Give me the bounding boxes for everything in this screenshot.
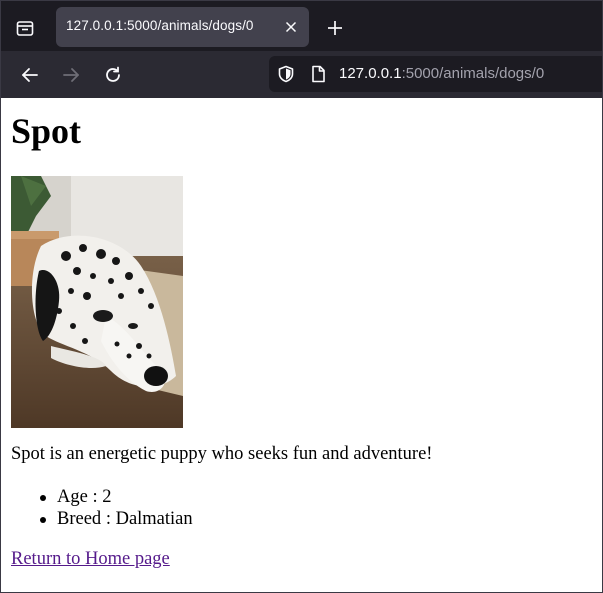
list-item-breed: Breed : Dalmatian [1,508,193,530]
tab-strip: 127.0.0.1:5000/animals/dogs/0 [1,1,602,51]
reload-icon[interactable] [98,60,128,90]
fact-value: Dalmatian [115,509,193,529]
fact-value: 2 [102,487,112,507]
url-host: 127.0.0.1 [339,65,402,82]
tab-active[interactable]: 127.0.0.1:5000/animals/dogs/0 [56,7,309,47]
fact-label: Age [57,487,88,507]
tab-list-icon[interactable] [11,15,39,41]
page-info-icon[interactable] [309,65,327,83]
forward-arrow-icon[interactable] [56,60,86,90]
address-bar[interactable]: 127.0.0.1:5000/animals/dogs/0 [269,56,602,92]
tracking-protection-shield-icon[interactable] [277,65,295,83]
navigation-toolbar: 127.0.0.1:5000/animals/dogs/0 [1,51,602,98]
tab-title: 127.0.0.1:5000/animals/dogs/0 [66,18,254,33]
dog-description: Spot is an energetic puppy who seeks fun… [11,444,433,464]
list-item-age: Age : 2 [1,486,193,508]
close-tab-icon[interactable] [281,17,301,37]
fact-separator: : [101,509,116,529]
dalmatian-photo-icon [11,176,183,428]
url-path: :5000/animals/dogs/0 [401,65,545,82]
new-tab-icon[interactable] [321,14,349,42]
fact-separator: : [87,487,103,507]
page-title: Spot [11,111,82,151]
browser-window: 127.0.0.1:5000/animals/dogs/0 127.0.0.1:… [0,0,603,593]
return-home-link[interactable]: Return to Home page [11,549,170,570]
back-arrow-icon[interactable] [15,60,45,90]
fact-label: Breed [57,509,102,529]
page-content: Spot Spot is an energetic puppy who seek… [1,98,602,592]
url-text: 127.0.0.1:5000/animals/dogs/0 [339,65,544,82]
dog-facts-list: Age : 2 Breed : Dalmatian [1,486,193,530]
